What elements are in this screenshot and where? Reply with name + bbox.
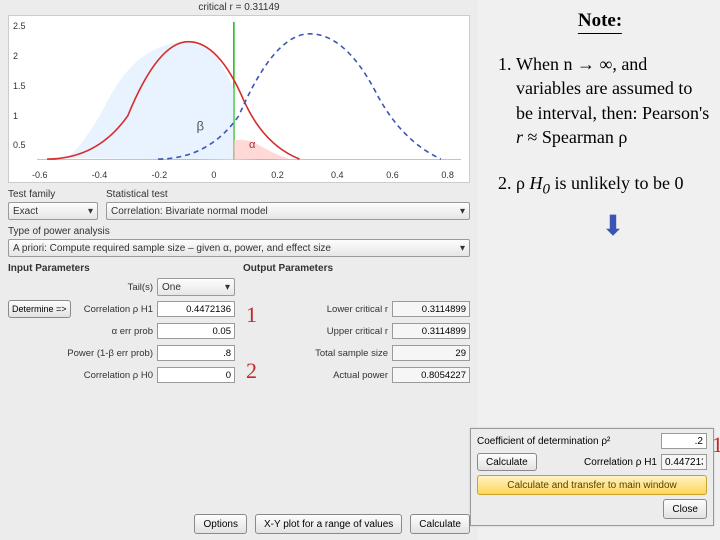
ytick: 0.5 — [13, 140, 26, 150]
chevron-down-icon: ▾ — [460, 206, 465, 217]
determine-button[interactable]: Determine => — [8, 300, 71, 318]
coef-label: Coefficient of determination ρ² — [477, 436, 657, 447]
chevron-down-icon: ▾ — [460, 243, 465, 254]
tails-select[interactable]: One▾ — [157, 278, 235, 296]
rho-h1-input[interactable] — [157, 301, 235, 317]
note-heading: Note: — [578, 10, 622, 34]
test-family-select[interactable]: Exact▾ — [8, 202, 98, 220]
xtick: -0.6 — [32, 170, 48, 180]
chart-title: critical r = 0.31149 — [0, 0, 478, 15]
note-item-1: When n → ∞, and variables are assumed to… — [516, 52, 710, 149]
xtick: 0 — [211, 170, 216, 180]
arrow-down-icon: ⬇ — [516, 208, 710, 246]
xtick: 0.8 — [441, 170, 454, 180]
annotation-1: 1 — [246, 302, 257, 328]
calculate-transfer-button[interactable]: Calculate and transfer to main window — [477, 475, 707, 495]
alpha-input[interactable] — [157, 323, 235, 339]
calculate-button[interactable]: Calculate — [410, 514, 470, 534]
tails-label: Tail(s) — [22, 282, 153, 293]
rho-h0-label: Correlation ρ H0 — [8, 370, 153, 381]
rho-h0-input[interactable] — [157, 367, 235, 383]
annotation-2: 2 — [246, 358, 257, 384]
chevron-down-icon: ▾ — [88, 206, 93, 217]
alpha-label: α err prob — [8, 326, 153, 337]
ytick: 2.5 — [13, 21, 26, 31]
xtick: 0.6 — [386, 170, 399, 180]
lower-crit-label: Lower critical r — [243, 304, 388, 315]
analysis-type-select[interactable]: A priori: Compute required sample size –… — [8, 239, 470, 257]
input-parameters-header: Input Parameters — [8, 263, 235, 274]
upper-crit-output — [392, 323, 470, 339]
chevron-down-icon: ▾ — [225, 282, 230, 293]
actual-power-label: Actual power — [243, 370, 388, 381]
gpower-app-window: critical r = 0.31149 2.5 2 1.5 1 0.5 -0.… — [0, 0, 478, 540]
mini-out-label: Correlation ρ H1 — [541, 457, 657, 468]
xy-plot-button[interactable]: X-Y plot for a range of values — [255, 514, 402, 534]
xtick: 0.4 — [331, 170, 344, 180]
note-panel: Note: When n → ∞, and variables are assu… — [490, 10, 710, 268]
plot-canvas: β α — [37, 22, 461, 160]
lower-crit-output — [392, 301, 470, 317]
output-parameters-header: Output Parameters — [243, 263, 470, 274]
note-item-2: ρ H0 is unlikely to be 0 ⬇ — [516, 171, 710, 246]
options-button[interactable]: Options — [194, 514, 246, 534]
power-label: Power (1-β err prob) — [8, 348, 153, 359]
close-button[interactable]: Close — [663, 499, 707, 519]
ytick: 1 — [13, 111, 18, 121]
xtick: 0.2 — [271, 170, 284, 180]
actual-power-output — [392, 367, 470, 383]
xtick: -0.2 — [152, 170, 168, 180]
statistical-test-label: Statistical test — [106, 189, 470, 200]
coef-input[interactable] — [661, 433, 707, 449]
analysis-type-label: Type of power analysis — [8, 226, 470, 237]
rho-h1-label: Correlation ρ H1 — [75, 304, 153, 315]
upper-crit-label: Upper critical r — [243, 326, 388, 337]
ytick: 2 — [13, 51, 18, 61]
statistical-test-select[interactable]: Correlation: Bivariate normal model▾ — [106, 202, 470, 220]
total-n-output — [392, 345, 470, 361]
determine-dialog: Coefficient of determination ρ² Calculat… — [470, 428, 714, 526]
mini-calculate-button[interactable]: Calculate — [477, 453, 537, 471]
test-family-label: Test family — [8, 189, 98, 200]
total-n-label: Total sample size — [243, 348, 388, 359]
svg-text:α: α — [249, 139, 256, 151]
power-input[interactable] — [157, 345, 235, 361]
ytick: 1.5 — [13, 81, 26, 91]
annotation-1-right: 1 — [712, 432, 720, 458]
chart-area: 2.5 2 1.5 1 0.5 -0.6 -0.4 -0.2 0 0.2 0.4… — [8, 15, 470, 183]
mini-out-value — [661, 454, 707, 470]
svg-text:β: β — [197, 119, 205, 134]
xtick: -0.4 — [92, 170, 108, 180]
